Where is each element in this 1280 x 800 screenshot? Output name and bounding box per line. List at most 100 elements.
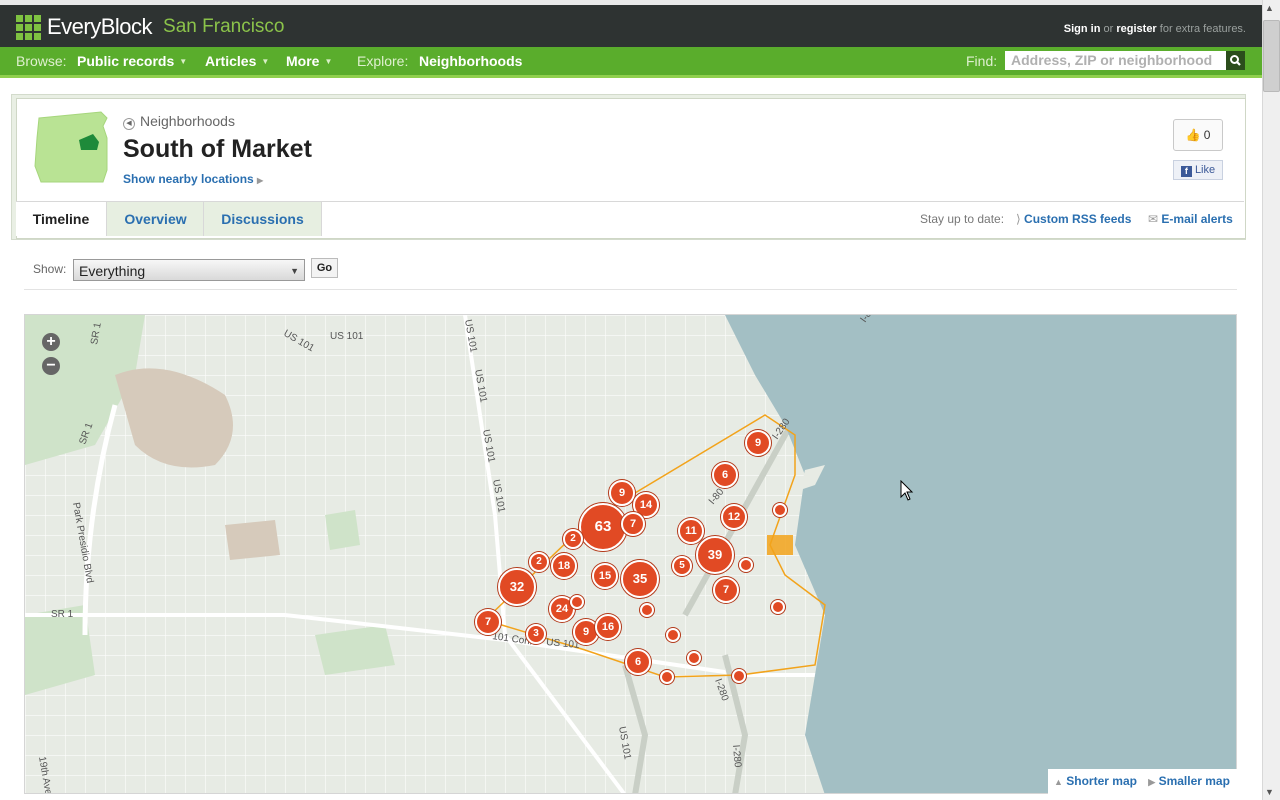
nav-more-label: More xyxy=(286,53,320,69)
breadcrumb-neighborhoods: Neighborhoods xyxy=(140,113,235,129)
scroll-down-arrow-icon[interactable]: ▼ xyxy=(1265,787,1274,797)
find-search-button[interactable] xyxy=(1226,51,1245,70)
stay-up-to-date-label: Stay up to date: xyxy=(920,212,1005,226)
nav-articles[interactable]: Articles ▼ xyxy=(205,53,269,69)
map-point-marker[interactable] xyxy=(640,603,654,617)
back-arrow-icon: ◀ xyxy=(123,118,135,130)
nav-neighborhoods[interactable]: Neighborhoods xyxy=(419,53,522,69)
map-cluster-marker[interactable]: 7 xyxy=(475,609,501,635)
chevron-down-icon: ▼ xyxy=(261,57,270,66)
rss-feeds-label: Custom RSS feeds xyxy=(1024,212,1132,226)
zoom-out-button[interactable]: − xyxy=(42,357,60,375)
smaller-map-link[interactable]: Smaller map xyxy=(1159,774,1230,788)
map-cluster-marker[interactable]: 35 xyxy=(621,560,659,598)
svg-text:SR 1: SR 1 xyxy=(51,609,74,620)
explore-label: Explore: xyxy=(357,53,409,69)
nav-public-records[interactable]: Public records ▼ xyxy=(77,53,187,69)
page-title: South of Market xyxy=(123,135,312,163)
find-label: Find: xyxy=(966,53,998,69)
map-size-controls: ▲ Shorter map ▶ Smaller map xyxy=(1048,769,1237,794)
map-cluster-marker[interactable]: 12 xyxy=(721,504,747,530)
search-icon xyxy=(1230,55,1241,66)
map-point-marker[interactable] xyxy=(687,651,701,665)
map-point-marker[interactable] xyxy=(739,558,753,572)
show-nearby-link[interactable]: Show nearby locations ▶ xyxy=(123,172,263,186)
page-scrollbar[interactable] xyxy=(1262,0,1280,800)
map-cluster-marker[interactable]: 3 xyxy=(526,624,546,644)
everyblock-logo[interactable]: EveryBlock San Francisco xyxy=(16,14,285,40)
chevron-down-icon: ▼ xyxy=(324,57,333,66)
browse-label: Browse: xyxy=(16,53,67,69)
facebook-like-label: Like xyxy=(1194,164,1216,176)
neighborhood-map[interactable]: US 101 US 101 US 101 US 101 US 101 US 10… xyxy=(24,314,1237,794)
thumbs-up-icon: 👍 xyxy=(1185,128,1201,142)
email-alerts-link[interactable]: ✉ E-mail alerts xyxy=(1148,212,1233,226)
map-cluster-marker[interactable]: 7 xyxy=(713,577,739,603)
map-base-svg: US 101 US 101 US 101 US 101 US 101 US 10… xyxy=(25,315,1236,793)
chevron-right-icon: ▶ xyxy=(1148,777,1156,787)
dropdown-arrow-icon: ▼ xyxy=(290,266,299,276)
account-links: Sign in or register for extra features. xyxy=(1064,23,1246,35)
map-cluster-marker[interactable]: 2 xyxy=(563,529,583,549)
nav-more[interactable]: More ▼ xyxy=(286,53,332,69)
zoom-in-button[interactable]: + xyxy=(42,333,60,351)
map-cluster-marker[interactable]: 5 xyxy=(672,556,692,576)
content-divider xyxy=(24,289,1237,290)
register-link[interactable]: register xyxy=(1116,23,1156,35)
find-search-input[interactable]: Address, ZIP or neighborhood xyxy=(1005,51,1233,70)
svg-text:US 101: US 101 xyxy=(330,331,364,342)
map-point-marker[interactable] xyxy=(660,670,674,684)
breadcrumb[interactable]: ◀ Neighborhoods xyxy=(123,113,235,130)
city-name[interactable]: San Francisco xyxy=(163,16,284,38)
chevron-right-icon: ▶ xyxy=(257,176,264,185)
logo-text: EveryBlock xyxy=(47,14,153,39)
site-header: EveryBlock San Francisco Sign in or regi… xyxy=(0,5,1262,47)
go-button[interactable]: Go xyxy=(311,258,338,278)
sign-in-link[interactable]: Sign in xyxy=(1064,23,1101,35)
map-point-marker[interactable] xyxy=(773,503,787,517)
svg-text:I-280: I-280 xyxy=(730,744,743,768)
map-point-marker[interactable] xyxy=(570,595,584,609)
account-suffix: for extra features. xyxy=(1159,23,1246,35)
like-button[interactable]: 👍 0 xyxy=(1173,119,1223,151)
show-nearby-label: Show nearby locations xyxy=(123,172,254,186)
map-cluster-marker[interactable]: 9 xyxy=(609,480,635,506)
map-cluster-marker[interactable]: 2 xyxy=(529,552,549,572)
map-cluster-marker[interactable]: 39 xyxy=(696,536,734,574)
mouse-cursor-icon xyxy=(900,480,914,501)
map-cluster-marker[interactable]: 7 xyxy=(621,512,645,536)
tab-discussions[interactable]: Discussions xyxy=(203,202,322,236)
map-point-marker[interactable] xyxy=(732,669,746,683)
nav-public-records-label: Public records xyxy=(77,53,175,69)
show-filter-value: Everything xyxy=(79,263,146,279)
map-cluster-marker[interactable]: 6 xyxy=(625,649,651,675)
rss-icon: ⟩ xyxy=(1016,212,1021,226)
chevron-down-icon: ▼ xyxy=(179,57,188,66)
logo-grid-icon xyxy=(16,14,41,40)
neighborhood-locator-map-icon xyxy=(34,111,108,183)
map-cluster-marker[interactable]: 18 xyxy=(551,553,577,579)
map-cluster-marker[interactable]: 11 xyxy=(678,518,704,544)
tab-timeline[interactable]: Timeline xyxy=(16,202,106,236)
show-filter-select[interactable]: Everything ▼ xyxy=(73,259,305,281)
map-cluster-marker[interactable]: 9 xyxy=(745,430,771,456)
map-cluster-marker[interactable]: 15 xyxy=(592,563,618,589)
like-count: 0 xyxy=(1203,128,1211,142)
show-filter-label: Show: xyxy=(33,262,67,276)
map-cluster-marker[interactable]: 32 xyxy=(498,568,536,606)
chevron-up-icon: ▲ xyxy=(1054,777,1063,787)
rss-feeds-link[interactable]: ⟩ Custom RSS feeds xyxy=(1016,212,1131,226)
map-cluster-marker[interactable]: 63 xyxy=(579,503,627,551)
map-point-marker[interactable] xyxy=(771,600,785,614)
map-point-marker[interactable] xyxy=(666,628,680,642)
facebook-like-button[interactable]: f Like xyxy=(1173,160,1223,180)
map-cluster-marker[interactable]: 16 xyxy=(595,614,621,640)
tab-overview[interactable]: Overview xyxy=(106,202,204,236)
scroll-up-arrow-icon[interactable]: ▲ xyxy=(1265,3,1274,13)
envelope-icon: ✉ xyxy=(1148,212,1159,226)
shorter-map-link[interactable]: Shorter map xyxy=(1066,774,1137,788)
or-text: or xyxy=(1103,23,1114,35)
map-cluster-marker[interactable]: 6 xyxy=(712,462,738,488)
nav-articles-label: Articles xyxy=(205,53,257,69)
scrollbar-thumb[interactable] xyxy=(1263,20,1280,92)
